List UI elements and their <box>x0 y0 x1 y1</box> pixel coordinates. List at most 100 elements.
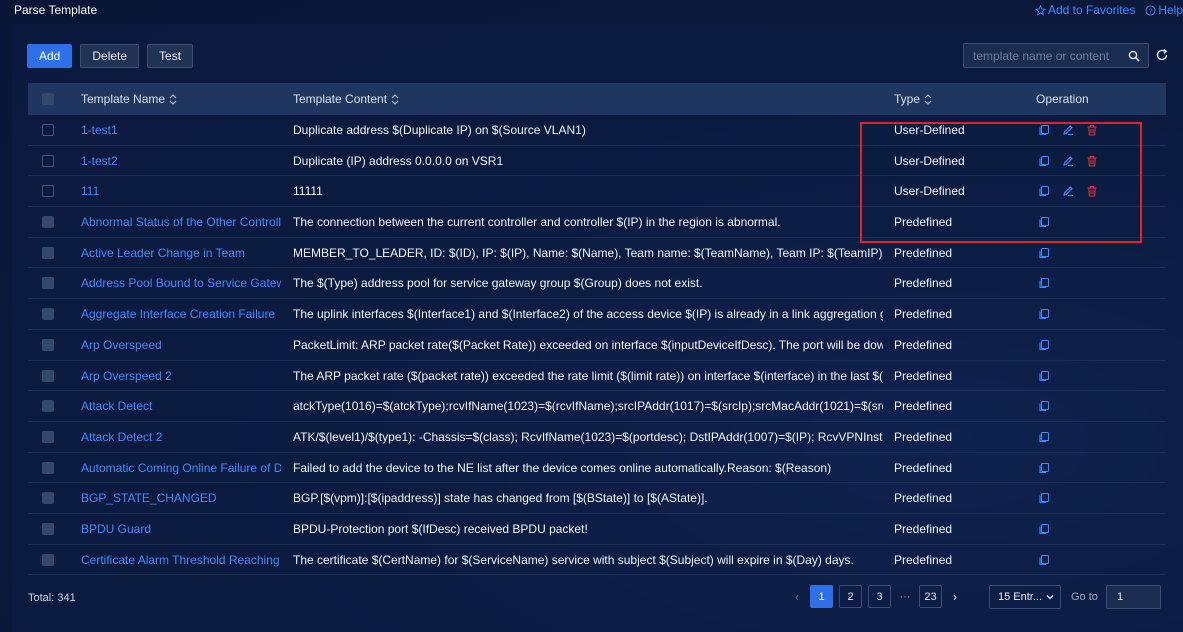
table-row[interactable]: 111 11111 User-Defined <box>28 176 1166 208</box>
table-row[interactable]: Arp Overspeed 2 The ARP packet rate ($(pa… <box>28 361 1166 392</box>
trash-icon[interactable] <box>1086 124 1098 136</box>
template-name-link[interactable]: Certificate Alarm Threshold Reaching <box>81 545 281 575</box>
row-checkbox[interactable] <box>42 124 54 136</box>
row-checkbox[interactable] <box>42 400 54 413</box>
copy-icon[interactable] <box>1038 247 1050 259</box>
row-checkbox[interactable] <box>42 369 54 382</box>
copy-icon[interactable] <box>1038 554 1050 566</box>
table-row[interactable]: BPDU Guard BPDU-Protection port $(IfDesc)… <box>28 514 1166 545</box>
copy-icon[interactable] <box>1038 216 1050 228</box>
main-panel: Add Delete Test Template Name Template C… <box>12 24 1183 632</box>
delete-button[interactable]: Delete <box>80 44 140 68</box>
template-name-link[interactable]: 111 <box>81 176 281 206</box>
row-checkbox[interactable] <box>42 492 54 505</box>
template-content: Failed to add the device to the NE list … <box>293 460 832 475</box>
copy-icon[interactable] <box>1038 431 1050 443</box>
row-checkbox[interactable] <box>42 308 54 321</box>
row-checkbox[interactable] <box>42 338 54 351</box>
template-name-link[interactable]: Arp Overspeed <box>81 330 281 360</box>
trash-icon[interactable] <box>1086 185 1098 197</box>
row-operations <box>1038 299 1118 329</box>
header-type[interactable]: Type <box>894 83 932 115</box>
header-template-content[interactable]: Template Content <box>293 83 399 115</box>
row-checkbox[interactable] <box>42 522 54 535</box>
row-checkbox[interactable] <box>42 461 54 474</box>
copy-icon[interactable] <box>1038 155 1050 167</box>
template-type: Predefined <box>894 307 953 322</box>
copy-icon[interactable] <box>1038 462 1050 474</box>
row-checkbox[interactable] <box>42 154 54 167</box>
toolbar: Add Delete Test <box>27 44 194 68</box>
add-button[interactable]: Add <box>27 44 73 68</box>
table-row[interactable]: Arp Overspeed PacketLimit: ARP packet rat… <box>28 330 1166 361</box>
template-name-link[interactable]: Automatic Coming Online Failure of Dev..… <box>81 453 281 483</box>
next-page-icon[interactable]: › <box>948 590 962 604</box>
template-type: User-Defined <box>894 184 965 199</box>
edit-icon[interactable] <box>1062 185 1074 197</box>
search-input[interactable] <box>964 48 1124 63</box>
page-button-1[interactable]: 1 <box>810 585 833 608</box>
template-name-link[interactable]: BPDU Guard <box>81 514 281 544</box>
copy-icon[interactable] <box>1038 308 1050 320</box>
row-checkbox[interactable] <box>42 246 54 259</box>
page-size-select[interactable]: 15 Entr... <box>989 585 1061 609</box>
edit-icon[interactable] <box>1062 155 1074 167</box>
prev-page-icon[interactable]: ‹ <box>790 590 804 604</box>
table-row[interactable]: Attack Detect 2 ATK/$(level1)/$(type1): -… <box>28 422 1166 453</box>
page-button-last[interactable]: 23 <box>919 585 942 608</box>
template-name-link[interactable]: Attack Detect 2 <box>81 422 281 452</box>
copy-icon[interactable] <box>1038 400 1050 412</box>
row-checkbox[interactable] <box>42 277 54 290</box>
header-template-name-label: Template Name <box>81 92 166 106</box>
page-button-2[interactable]: 2 <box>839 585 862 608</box>
table-row[interactable]: Automatic Coming Online Failure of Dev..… <box>28 453 1166 484</box>
table-row[interactable]: Abnormal Status of the Other Controller.… <box>28 207 1166 238</box>
total-count: Total: 341 <box>28 592 76 604</box>
edit-icon[interactable] <box>1062 124 1074 136</box>
copy-icon[interactable] <box>1038 523 1050 535</box>
table-row[interactable]: BGP_STATE_CHANGED BGP.[$(vpm)]:[$(ipaddre… <box>28 483 1166 514</box>
table-row[interactable]: Certificate Alarm Threshold Reaching The … <box>28 545 1166 576</box>
template-name-link[interactable]: BGP_STATE_CHANGED <box>81 483 281 513</box>
table-row[interactable]: 1-test1 Duplicate address $(Duplicate IP)… <box>28 115 1166 146</box>
goto-label: Go to <box>1071 591 1098 603</box>
page-button-3[interactable]: 3 <box>868 585 891 608</box>
template-type: Predefined <box>894 337 953 352</box>
page-ellipsis[interactable]: ··· <box>897 591 913 603</box>
template-name-link[interactable]: Address Pool Bound to Service Gateway ..… <box>81 268 281 298</box>
goto-page-input[interactable] <box>1106 585 1161 609</box>
search-icon[interactable] <box>1128 50 1140 62</box>
template-type: User-Defined <box>894 153 965 168</box>
copy-icon[interactable] <box>1038 339 1050 351</box>
copy-icon[interactable] <box>1038 370 1050 382</box>
help-link[interactable]: ? Help <box>1145 3 1183 17</box>
row-checkbox[interactable] <box>42 216 54 229</box>
add-to-favorites-label: Add to Favorites <box>1047 3 1136 17</box>
header-template-name[interactable]: Template Name <box>81 83 177 115</box>
refresh-icon[interactable] <box>1155 48 1169 62</box>
template-name-link[interactable]: 1-test1 <box>81 115 281 145</box>
copy-icon[interactable] <box>1038 185 1050 197</box>
table-row[interactable]: Active Leader Change in Team MEMBER_TO_LE… <box>28 238 1166 269</box>
row-checkbox[interactable] <box>42 185 54 198</box>
test-button[interactable]: Test <box>147 44 194 68</box>
template-content: Duplicate (IP) address 0.0.0.0 on VSR1 <box>293 153 504 168</box>
template-name-link[interactable]: Arp Overspeed 2 <box>81 361 281 391</box>
template-name-link[interactable]: Attack Detect <box>81 391 281 421</box>
copy-icon[interactable] <box>1038 124 1050 136</box>
table-row[interactable]: Address Pool Bound to Service Gateway ..… <box>28 268 1166 300</box>
table-row[interactable]: Aggregate Interface Creation Failure The … <box>28 299 1166 330</box>
template-name-link[interactable]: Abnormal Status of the Other Controller.… <box>81 207 281 237</box>
table-row[interactable]: Attack Detect atckType(1016)=$(atckType);… <box>28 391 1166 422</box>
row-checkbox[interactable] <box>42 553 54 566</box>
template-name-link[interactable]: Active Leader Change in Team <box>81 238 281 268</box>
template-name-link[interactable]: Aggregate Interface Creation Failure <box>81 299 281 329</box>
select-all-checkbox[interactable] <box>42 93 54 105</box>
table-row[interactable]: 1-test2 Duplicate (IP) address 0.0.0.0 on… <box>28 146 1166 177</box>
add-to-favorites-link[interactable]: Add to Favorites <box>1034 3 1136 17</box>
trash-icon[interactable] <box>1086 155 1098 167</box>
copy-icon[interactable] <box>1038 277 1050 289</box>
template-name-link[interactable]: 1-test2 <box>81 146 281 176</box>
row-checkbox[interactable] <box>42 430 54 443</box>
copy-icon[interactable] <box>1038 492 1050 504</box>
